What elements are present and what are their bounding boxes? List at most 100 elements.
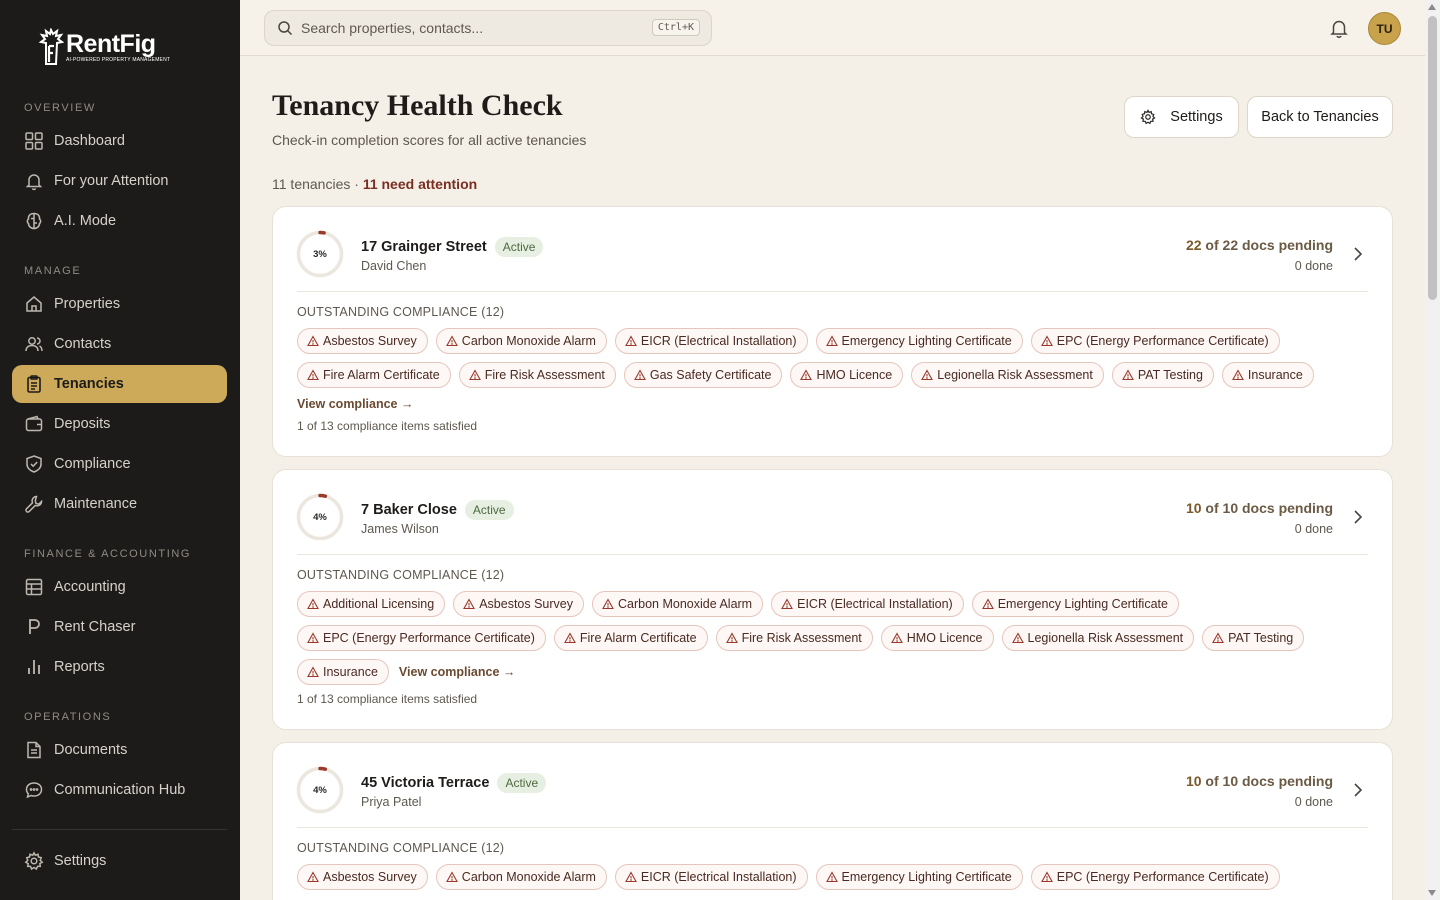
chat-icon (25, 782, 43, 799)
compliance-chip[interactable]: Legionella Risk Assessment (911, 362, 1104, 388)
compliance-chip[interactable]: Fire Alarm Certificate (553, 625, 708, 651)
property-address[interactable]: 17 Grainger Street (361, 239, 487, 255)
sidebar-item-tenancies[interactable]: Tenancies (12, 365, 227, 403)
tenancy-card[interactable]: 3% 17 Grainger Street Active David Chen 22 o… (272, 206, 1393, 457)
compliance-chip[interactable]: HMO Licence (790, 362, 904, 388)
compliance-chip-label: Asbestos Survey (323, 334, 417, 348)
compliance-chip[interactable]: EICR (Electrical Installation) (614, 328, 808, 354)
warning-triangle-icon (800, 369, 813, 381)
tenancy-card[interactable]: 4% 45 Victoria Terrace Active Priya Patel 10… (272, 742, 1393, 900)
user-avatar[interactable]: TU (1368, 12, 1401, 45)
sidebar-item-contacts[interactable]: Contacts (12, 325, 227, 363)
sidebar-item-dashboard[interactable]: Dashboard (12, 122, 227, 160)
tenant-name: Priya Patel (361, 795, 422, 809)
property-address[interactable]: 45 Victoria Terrace (361, 775, 489, 791)
chevron-right-icon[interactable] (1350, 508, 1366, 526)
document-icon (27, 741, 41, 759)
warning-triangle-icon (563, 632, 576, 644)
warning-triangle-icon (825, 871, 838, 883)
compliance-chip[interactable]: Legionella Risk Assessment (1001, 625, 1195, 651)
tenant-name: James Wilson (361, 522, 439, 536)
compliance-chip[interactable]: Additional Licensing (297, 591, 446, 617)
view-compliance-link[interactable]: View compliance → (399, 665, 515, 679)
back-to-tenancies-button[interactable]: Back to Tenancies (1247, 96, 1393, 138)
warning-triangle-icon (468, 369, 481, 381)
scroll-up-arrow-icon[interactable] (1428, 4, 1436, 10)
compliance-chip-label: Carbon Monoxide Alarm (461, 334, 596, 348)
compliance-chip[interactable]: Emergency Lighting Certificate (815, 328, 1023, 354)
main-content: Tenancy Health Check Check-in completion… (240, 57, 1425, 900)
compliance-chip[interactable]: Fire Risk Assessment (458, 362, 616, 388)
chevron-right-icon[interactable] (1350, 245, 1366, 263)
page-scrollbar[interactable] (1425, 0, 1440, 900)
status-badge: Active (497, 773, 547, 793)
status-badge: Active (464, 500, 514, 520)
health-score-value: 3% (313, 248, 327, 260)
compliance-chip[interactable]: EICR (Electrical Installation) (771, 591, 964, 617)
compliance-chip-label: EPC (Energy Performance Certificate) (323, 631, 535, 645)
compliance-chip[interactable]: EPC (Energy Performance Certificate) (297, 625, 546, 651)
compliance-chip-label: Additional Licensing (323, 597, 435, 611)
compliance-chip[interactable]: HMO Licence (880, 625, 994, 651)
compliance-chip-label: Insurance (1247, 368, 1303, 382)
sidebar-item-documents[interactable]: Documents (12, 731, 227, 769)
sidebar-item-label: Contacts (54, 336, 112, 352)
sidebar-item-reports[interactable]: Reports (12, 648, 227, 686)
compliance-chip[interactable]: EPC (Energy Performance Certificate) (1030, 328, 1280, 354)
docs-pending: 10 of 10 docs pending (1186, 773, 1333, 789)
property-address[interactable]: 7 Baker Close (361, 502, 457, 518)
compliance-chip[interactable]: Emergency Lighting Certificate (815, 864, 1023, 890)
sidebar-item-ai-mode[interactable]: A.I. Mode (12, 202, 227, 240)
sidebar-item-properties[interactable]: Properties (12, 285, 227, 323)
sidebar-item-label: Tenancies (54, 376, 124, 392)
compliance-chip[interactable]: PAT Testing (1111, 362, 1214, 388)
search-shortcut: Ctrl+K (651, 19, 700, 36)
sidebar-item-accounting[interactable]: Accounting (12, 568, 227, 606)
sidebar-item-label: Maintenance (54, 496, 138, 512)
compliance-chip[interactable]: Asbestos Survey (297, 864, 428, 890)
sidebar-item-communication-hub[interactable]: Communication Hub (12, 771, 227, 809)
compliance-chip[interactable]: PAT Testing (1202, 625, 1305, 651)
sidebar-item-deposits[interactable]: Deposits (12, 405, 227, 443)
sidebar-item-settings[interactable]: Settings (12, 842, 227, 880)
compliance-chip[interactable]: Carbon Monoxide Alarm (592, 591, 764, 617)
chevron-right-icon[interactable] (1350, 781, 1366, 799)
compliance-chip[interactable]: Insurance (1221, 362, 1314, 388)
warning-triangle-icon (307, 871, 319, 883)
compliance-chip[interactable]: Carbon Monoxide Alarm (435, 328, 607, 354)
compliance-chip[interactable]: EICR (Electrical Installation) (614, 864, 808, 890)
compliance-chip-label: Carbon Monoxide Alarm (461, 870, 596, 884)
sidebar-item-label: Settings (54, 853, 107, 869)
sidebar-item-label: Communication Hub (54, 782, 186, 798)
sidebar-item-rent-chaser[interactable]: Rent Chaser (12, 608, 227, 646)
notifications-bell-icon[interactable] (1328, 17, 1350, 39)
brand-logo[interactable]: RentFig AI-POWERED PROPERTY MANAGEMENT (38, 28, 170, 66)
warning-triangle-icon (463, 598, 476, 610)
compliance-chip[interactable]: Fire Risk Assessment (715, 625, 873, 651)
outstanding-count: (12) (481, 841, 505, 855)
warning-triangle-icon (1040, 335, 1053, 347)
compliance-chip[interactable]: Emergency Lighting Certificate (971, 591, 1179, 617)
settings-button[interactable]: Settings (1124, 96, 1239, 138)
sidebar-item-compliance[interactable]: Compliance (12, 445, 227, 483)
sidebar-item-for-your-attention[interactable]: For your Attention (12, 162, 227, 200)
view-compliance-link[interactable]: View compliance → (297, 397, 413, 411)
scroll-thumb[interactable] (1428, 16, 1437, 300)
compliance-chip[interactable]: Insurance (297, 659, 389, 685)
compliance-chip[interactable]: Gas Safety Certificate (623, 362, 783, 388)
compliance-chip[interactable]: Asbestos Survey (297, 328, 428, 354)
nav-section-operations: Operations (24, 711, 112, 723)
search-box[interactable]: Ctrl+K (264, 10, 712, 46)
warning-triangle-icon (633, 369, 646, 381)
compliance-chip-label: Fire Alarm Certificate (323, 368, 440, 382)
compliance-chip[interactable]: Carbon Monoxide Alarm (435, 864, 607, 890)
compliance-chip[interactable]: Asbestos Survey (453, 591, 584, 617)
scroll-down-arrow-icon[interactable] (1428, 890, 1436, 896)
sidebar-item-maintenance[interactable]: Maintenance (12, 485, 227, 523)
compliance-chip[interactable]: Fire Alarm Certificate (297, 362, 451, 388)
compliance-chip[interactable]: EPC (Energy Performance Certificate) (1030, 864, 1280, 890)
compliance-chip-label: PAT Testing (1228, 631, 1294, 645)
search-input[interactable] (301, 20, 631, 36)
tenancy-card[interactable]: 4% 7 Baker Close Active James Wilson 10 of 1… (272, 469, 1393, 730)
nav-section-manage: Manage (24, 265, 82, 277)
